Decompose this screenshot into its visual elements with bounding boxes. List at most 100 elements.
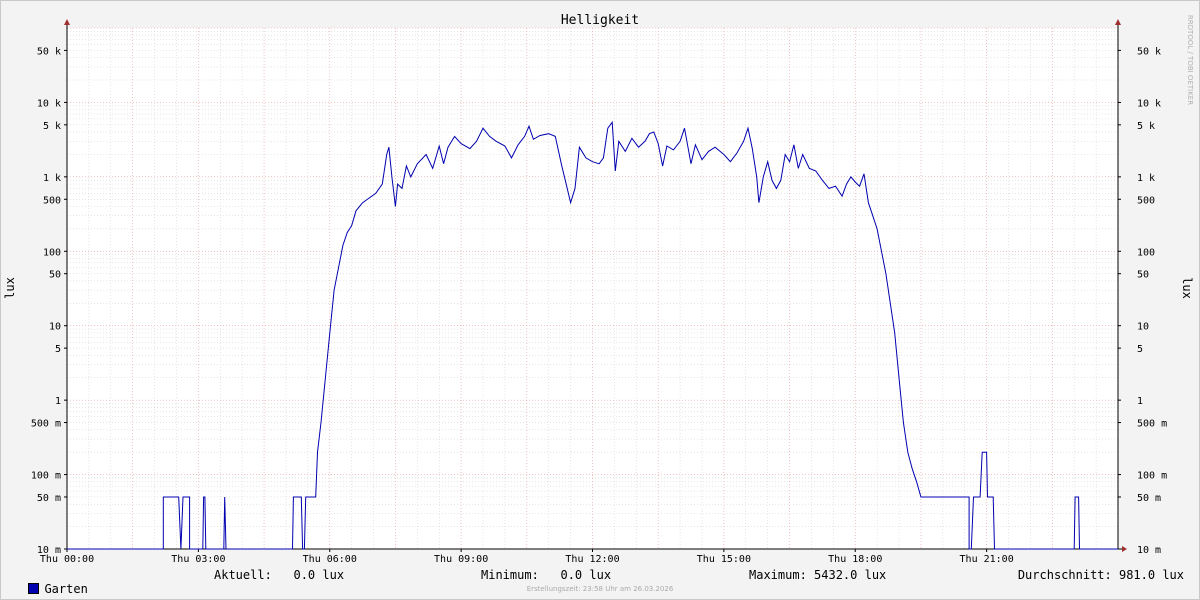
data-point — [315, 496, 316, 497]
data-point — [302, 548, 303, 549]
data-point — [723, 154, 724, 155]
y-tick-label-left: 100 — [43, 247, 61, 258]
y-tick-label-left: 100 m — [31, 471, 61, 482]
watermark: RRDTOOL / TOBI OETIKER — [1186, 15, 1194, 105]
data-point — [329, 332, 330, 333]
data-point — [410, 176, 411, 177]
y-tick-label-left: 5 k — [43, 121, 61, 132]
data-point — [561, 165, 562, 166]
data-point — [417, 163, 418, 164]
data-point — [362, 202, 363, 203]
y-tick-label-left: 50 k — [37, 46, 61, 57]
data-point — [756, 176, 757, 177]
data-point — [846, 184, 847, 185]
data-point — [612, 122, 613, 123]
data-point — [603, 157, 604, 158]
data-point — [971, 548, 972, 549]
data-point — [189, 548, 190, 549]
x-axis-arrow — [1122, 546, 1127, 552]
data-point — [205, 548, 206, 549]
data-point — [907, 452, 908, 453]
data-point — [351, 225, 352, 226]
data-point — [293, 496, 294, 497]
data-point — [771, 180, 772, 181]
data-point — [855, 182, 856, 183]
data-point — [182, 496, 183, 497]
data-point — [443, 163, 444, 164]
data-point — [382, 184, 383, 185]
y-tick-label-left: 10 — [49, 322, 61, 333]
data-point — [793, 144, 794, 145]
data-point — [715, 147, 716, 148]
y-tick-label-left: 1 k — [43, 173, 61, 184]
data-point — [391, 176, 392, 177]
data-point — [469, 148, 470, 149]
data-point — [973, 496, 974, 497]
data-point — [920, 496, 921, 497]
data-point — [180, 548, 181, 549]
data-point — [776, 188, 777, 189]
data-point — [301, 496, 302, 497]
x-tick-label: Thu 00:00 — [40, 554, 94, 565]
data-point — [743, 141, 744, 142]
data-point — [1074, 548, 1075, 549]
data-point — [863, 173, 864, 174]
data-point — [758, 202, 759, 203]
data-point — [397, 184, 398, 185]
data-point — [903, 422, 904, 423]
data-point — [666, 145, 667, 146]
y-tick-label-left: 1 — [55, 396, 61, 407]
y-tick-label-left: 10 k — [37, 98, 61, 109]
data-point — [224, 496, 225, 497]
data-point — [163, 548, 164, 549]
y-tick-label-right: 50 k — [1137, 46, 1161, 57]
data-point — [898, 377, 899, 378]
data-point — [317, 452, 318, 453]
data-point — [798, 168, 799, 169]
data-point — [916, 481, 917, 482]
data-point — [489, 136, 490, 137]
data-point — [66, 548, 67, 549]
x-tick-label: Thu 15:00 — [697, 554, 751, 565]
data-point — [835, 186, 836, 187]
y-tick-label-right: 10 k — [1137, 98, 1161, 109]
data-point — [780, 180, 781, 181]
data-point — [982, 452, 983, 453]
data-point — [566, 184, 567, 185]
y-tick-label-right: 50 m — [1137, 493, 1161, 504]
data-point — [334, 290, 335, 291]
data-point — [202, 548, 203, 549]
y-axis-arrow-left — [64, 19, 70, 25]
data-point — [178, 496, 179, 497]
legend-minimum: Minimum: 0.0 lux — [481, 568, 612, 582]
y-tick-label-left: 50 — [49, 270, 61, 281]
data-point — [986, 452, 987, 453]
data-point — [225, 548, 226, 549]
data-point — [708, 151, 709, 152]
data-point — [539, 135, 540, 136]
data-point — [752, 148, 753, 149]
data-point — [842, 196, 843, 197]
data-point — [369, 197, 370, 198]
data-point — [1117, 548, 1118, 549]
data-point — [969, 496, 970, 497]
data-point — [644, 141, 645, 142]
y-tick-label-left: 500 m — [31, 419, 61, 430]
data-point — [524, 136, 525, 137]
data-point — [618, 141, 619, 142]
data-point — [690, 163, 691, 164]
data-point — [607, 128, 608, 129]
data-point — [890, 303, 891, 304]
data-point — [730, 161, 731, 162]
y-axis-arrow-right — [1115, 19, 1121, 25]
data-point — [592, 161, 593, 162]
data-point — [802, 154, 803, 155]
y-tick-label-right: 1 — [1137, 396, 1143, 407]
y-tick-label-right: 5 k — [1137, 121, 1155, 132]
data-point — [859, 186, 860, 187]
y-tick-label-right: 100 — [1137, 247, 1155, 258]
data-point — [320, 422, 321, 423]
data-point — [1075, 496, 1076, 497]
y-tick-label-right: 5 — [1137, 344, 1143, 355]
data-point — [684, 128, 685, 129]
